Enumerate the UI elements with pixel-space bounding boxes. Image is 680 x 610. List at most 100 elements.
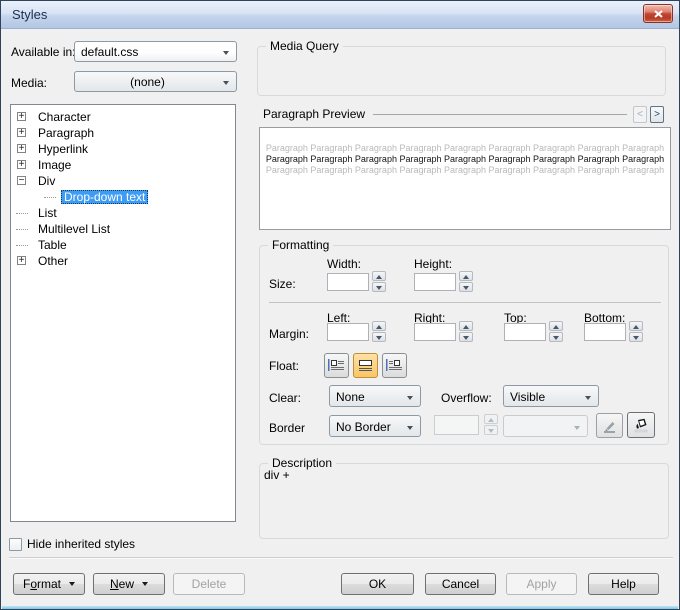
tree-item-label-selected[interactable]: Drop-down text — [61, 190, 148, 204]
media-label: Media: — [11, 76, 47, 90]
available-in-dropdown[interactable]: default.css — [74, 41, 237, 62]
spin-down-icon — [484, 425, 498, 435]
tree-item-label[interactable]: List — [38, 206, 57, 220]
margin-right-stepper[interactable] — [459, 321, 473, 343]
formatting-separator — [269, 302, 661, 303]
float-right-button[interactable] — [382, 353, 407, 378]
border-width-input — [434, 415, 479, 435]
spin-down-icon[interactable] — [372, 282, 386, 292]
tree-item-label[interactable]: Multilevel List — [38, 222, 110, 236]
paragraph-preview-box: Paragraph Paragraph Paragraph Paragraph … — [259, 127, 671, 230]
menu-arrow-icon — [142, 582, 148, 586]
preview-line-dim: Paragraph Paragraph Paragraph Paragraph … — [262, 165, 668, 176]
hide-inherited-checkbox[interactable] — [9, 538, 22, 551]
tree-item-label[interactable]: Character — [38, 110, 91, 124]
margin-left-input[interactable] — [327, 323, 369, 341]
style-tree[interactable]: + Character + Paragraph + Hyperlink + Im… — [10, 104, 236, 522]
spin-up-icon — [484, 414, 498, 424]
expand-plus-icon[interactable]: + — [17, 128, 26, 137]
spin-down-icon[interactable] — [372, 332, 386, 342]
border-style-dropdown[interactable]: No Border — [329, 415, 421, 437]
width-stepper[interactable] — [372, 271, 386, 293]
expand-plus-icon[interactable]: + — [17, 160, 26, 169]
tree-item-label[interactable]: Paragraph — [38, 126, 94, 140]
tree-item-label[interactable]: Hyperlink — [38, 142, 88, 156]
float-none-button[interactable] — [353, 353, 378, 378]
footer-separator — [9, 557, 673, 559]
spin-down-icon[interactable] — [549, 332, 563, 342]
margin-bottom-input[interactable] — [584, 323, 626, 341]
format-menu-button[interactable]: Format — [13, 573, 85, 595]
preview-next-button[interactable]: > — [650, 106, 664, 123]
overflow-label: Overflow: — [441, 391, 492, 405]
title-bar[interactable]: Styles — [1, 1, 679, 29]
chevron-down-icon — [223, 51, 229, 55]
preview-line-dim: Paragraph Paragraph Paragraph Paragraph … — [262, 143, 668, 154]
spin-up-icon[interactable] — [372, 321, 386, 331]
apply-button: Apply — [506, 573, 577, 595]
paragraph-preview-label: Paragraph Preview — [263, 107, 365, 121]
chevron-down-icon — [585, 396, 591, 400]
tree-item-multilevel-list[interactable]: Multilevel List — [11, 221, 235, 237]
cancel-button[interactable]: Cancel — [425, 573, 496, 595]
ok-button[interactable]: OK — [341, 573, 414, 595]
apply-button-label: Apply — [526, 577, 556, 591]
background-fill-button[interactable] — [627, 412, 655, 438]
tree-item-dropdown-text[interactable]: Drop-down text — [11, 189, 235, 205]
tree-item-label[interactable]: Other — [38, 254, 68, 268]
tree-item-list[interactable]: List — [11, 205, 235, 221]
clear-dropdown[interactable]: None — [329, 385, 421, 407]
expand-plus-icon[interactable]: + — [17, 144, 26, 153]
new-menu-button[interactable]: New — [93, 573, 165, 595]
formatting-legend: Formatting — [268, 238, 333, 252]
tree-item-label[interactable]: Image — [38, 158, 71, 172]
tree-item-label[interactable]: Table — [38, 238, 67, 252]
float-left-icon — [328, 358, 345, 373]
overflow-dropdown[interactable]: Visible — [503, 385, 599, 407]
width-label: Width: — [327, 257, 361, 271]
tree-item-other[interactable]: + Other — [11, 253, 235, 269]
clear-label: Clear: — [269, 391, 301, 405]
description-text: div + — [264, 468, 290, 482]
tree-item-image[interactable]: + Image — [11, 157, 235, 173]
media-dropdown[interactable]: (none) — [74, 71, 237, 92]
tree-item-hyperlink[interactable]: + Hyperlink — [11, 141, 235, 157]
tree-item-div[interactable]: − Div — [11, 173, 235, 189]
margin-right-input[interactable] — [414, 323, 456, 341]
tree-item-table[interactable]: Table — [11, 237, 235, 253]
spin-up-icon[interactable] — [459, 271, 473, 281]
spin-up-icon[interactable] — [459, 321, 473, 331]
spin-down-icon[interactable] — [629, 332, 643, 342]
expand-plus-icon[interactable]: + — [17, 112, 26, 121]
tree-item-character[interactable]: + Character — [11, 109, 235, 125]
margin-top-stepper[interactable] — [549, 321, 563, 343]
width-input[interactable] — [327, 273, 369, 291]
border-color-button[interactable] — [596, 413, 623, 438]
tree-connector — [44, 197, 56, 198]
close-button[interactable] — [643, 4, 673, 23]
spin-up-icon[interactable] — [629, 321, 643, 331]
margin-label: Margin: — [269, 327, 309, 341]
margin-top-input[interactable] — [504, 323, 546, 341]
spin-up-icon[interactable] — [549, 321, 563, 331]
margin-bottom-stepper[interactable] — [629, 321, 643, 343]
collapse-minus-icon[interactable]: − — [17, 176, 26, 185]
height-stepper[interactable] — [459, 271, 473, 293]
preview-prev-button[interactable]: < — [633, 106, 647, 123]
help-button[interactable]: Help — [588, 573, 659, 595]
styles-dialog: Styles Available in: default.css Media: … — [0, 0, 680, 610]
margin-left-stepper[interactable] — [372, 321, 386, 343]
preview-text: Paragraph Paragraph Paragraph Paragraph … — [262, 143, 668, 176]
tree-item-paragraph[interactable]: + Paragraph — [11, 125, 235, 141]
spin-down-icon[interactable] — [459, 282, 473, 292]
border-color-dropdown — [503, 415, 588, 437]
height-input[interactable] — [414, 273, 456, 291]
spin-up-icon[interactable] — [372, 271, 386, 281]
expand-plus-icon[interactable]: + — [17, 256, 26, 265]
format-button-label: Format — [23, 577, 61, 591]
spin-down-icon[interactable] — [459, 332, 473, 342]
border-label: Border — [269, 421, 305, 435]
float-left-button[interactable] — [324, 353, 349, 378]
chevron-down-icon — [223, 81, 229, 85]
tree-item-label[interactable]: Div — [38, 174, 55, 188]
